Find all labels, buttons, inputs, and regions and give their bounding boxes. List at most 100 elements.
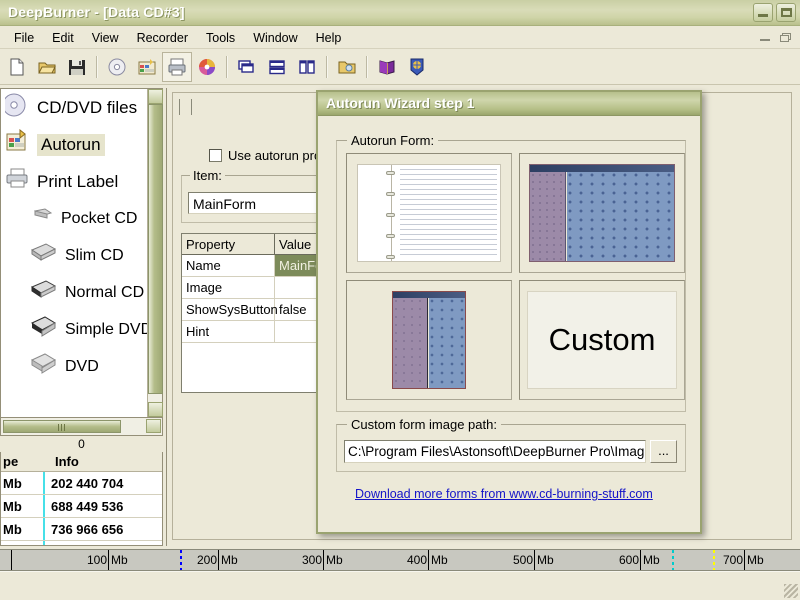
ruler-tick-label: 400 — [406, 553, 427, 567]
disc-copy-icon[interactable] — [192, 52, 222, 82]
tree-vertical-scrollbar[interactable] — [147, 89, 163, 417]
sidebar-item-print-label[interactable]: Print Label — [1, 163, 149, 200]
title-bar: DeepBurner - [Data CD#3] — [0, 0, 800, 26]
tree-horizontal-scrollbar[interactable] — [0, 418, 163, 436]
save-icon[interactable] — [62, 52, 92, 82]
grip-line — [191, 99, 194, 115]
layout-tile-horizontal-icon[interactable] — [262, 52, 292, 82]
layout-cascade-icon[interactable] — [232, 52, 262, 82]
table-row[interactable]: Mb 688 449 536 — [1, 495, 162, 518]
menu-item-recorder[interactable]: Recorder — [128, 28, 197, 48]
open-project-icon[interactable] — [332, 52, 362, 82]
menu-item-help[interactable]: Help — [307, 28, 351, 48]
info-type: Mb — [1, 472, 45, 494]
info-type: Mb — [1, 495, 45, 517]
ruler-tick-label: 200 — [196, 553, 217, 567]
custom-form-thumbnail[interactable]: Custom — [519, 280, 685, 400]
menu-item-file[interactable]: File — [5, 28, 43, 48]
custom-form-path-input[interactable]: C:\Program Files\Astonsoft\DeepBurner Pr… — [344, 440, 646, 463]
window-title: DeepBurner - [Data CD#3] — [8, 4, 185, 20]
case-icon — [29, 315, 59, 344]
menu-items: File Edit View Recorder Tools Window Hel… — [0, 26, 800, 49]
item-group-label: Item: — [190, 168, 225, 183]
sidebar-item-simple-dvd[interactable]: Simple DVD — [1, 311, 149, 348]
hscroll-right-arrow-icon[interactable] — [146, 419, 161, 433]
scroll-down-arrow-icon[interactable] — [148, 402, 163, 417]
sidebar-item-autorun[interactable]: Autorun — [1, 126, 149, 163]
preview-left-panel — [393, 298, 428, 388]
use-autorun-checkbox[interactable] — [209, 149, 222, 162]
scrollbar-thumb[interactable] — [148, 104, 163, 394]
mdi-minimize-icon[interactable] — [758, 30, 773, 44]
notebook-lines — [400, 169, 497, 257]
form-thumbnail-grid: Custom — [346, 153, 685, 400]
burn-disc-icon[interactable] — [102, 52, 132, 82]
mdi-child-controls — [758, 30, 794, 44]
blue-marker-200mb — [180, 550, 182, 570]
disc-capacity-ruler[interactable]: 100 Mb 200 Mb 300 Mb 400 Mb 500 Mb 600 M… — [0, 549, 800, 571]
ruler-tick-label: 300 — [301, 553, 322, 567]
ruler-segment-end — [745, 550, 800, 570]
toolbar-separator — [226, 55, 228, 78]
application-window: DeepBurner - [Data CD#3] File Edit View … — [0, 0, 800, 600]
minimize-icon[interactable] — [753, 3, 773, 22]
autorun-icon[interactable] — [132, 52, 162, 82]
hscrollbar-thumb[interactable] — [3, 420, 121, 433]
toolbar-separator — [366, 55, 368, 78]
use-autorun-checkbox-row[interactable]: Use autorun pro — [209, 148, 321, 163]
sidebar-item-label: DVD — [65, 357, 99, 375]
menu-item-window[interactable]: Window — [244, 28, 306, 48]
browse-button[interactable]: ... — [650, 440, 677, 463]
sidebar-item-label: Normal CD — [65, 283, 145, 301]
ruler-segment: 100 Mb — [12, 550, 128, 570]
blue-form-preview — [529, 164, 675, 262]
blue-texture-form-thumbnail[interactable] — [519, 153, 685, 273]
notebook-form-thumbnail[interactable] — [346, 153, 512, 273]
custom-form-label: Custom — [527, 291, 677, 389]
sidebar-item-normal-cd[interactable]: Normal CD — [1, 274, 149, 311]
sidebar-item-pocket-cd[interactable]: Pocket CD — [1, 200, 149, 237]
property-name: Hint — [182, 321, 275, 342]
layout-tile-vertical-icon[interactable] — [292, 52, 322, 82]
help-book-icon[interactable] — [372, 52, 402, 82]
preview-right-panel — [429, 298, 465, 388]
split-panel-form-thumbnail[interactable] — [346, 280, 512, 400]
open-folder-icon[interactable] — [32, 52, 62, 82]
menu-item-tools[interactable]: Tools — [197, 28, 244, 48]
sidebar-item-dvd[interactable]: DVD — [1, 348, 149, 385]
sidebar-item-slim-cd[interactable]: Slim CD — [1, 237, 149, 274]
status-bar — [0, 571, 800, 600]
ruler-tick-label: 600 — [618, 553, 639, 567]
table-row[interactable]: Mb 736 966 656 — [1, 518, 162, 541]
about-globe-icon[interactable] — [402, 52, 432, 82]
new-icon[interactable] — [2, 52, 32, 82]
notebook-form-preview — [357, 164, 501, 262]
resize-grip-icon[interactable] — [784, 584, 798, 598]
sidebar-item-label: Simple DVD — [65, 320, 149, 338]
sidebar-item-cd-dvd-files[interactable]: CD/DVD files — [1, 89, 149, 126]
sidebar-item-label: Print Label — [37, 171, 119, 191]
path-group-label: Custom form image path: — [347, 417, 501, 432]
maximize-icon[interactable] — [776, 3, 796, 22]
download-forms-link[interactable]: Download more forms from www.cd-burning-… — [355, 487, 653, 501]
info-type: Mb — [1, 518, 45, 540]
preview-main-area — [567, 172, 674, 261]
ruler-segment: 700 Mb — [641, 550, 764, 570]
table-row[interactable]: Gb 4 706 074 624 — [1, 541, 162, 545]
notebook-left-page — [358, 165, 395, 261]
menu-item-view[interactable]: View — [83, 28, 128, 48]
printer-icon — [5, 166, 31, 197]
scroll-up-arrow-icon[interactable] — [148, 89, 163, 104]
table-row[interactable]: Mb 202 440 704 — [1, 472, 162, 495]
autorun-wizard-dialog: Autorun Wizard step 1 Autorun Form: Cust… — [316, 90, 702, 534]
menu-item-edit[interactable]: Edit — [43, 28, 83, 48]
sidebar-item-label: Autorun — [37, 133, 105, 156]
mdi-restore-icon[interactable] — [779, 30, 794, 44]
property-name: Name — [182, 255, 275, 276]
autorun-icon — [5, 128, 31, 160]
info-value: 202 440 704 — [51, 476, 124, 491]
item-counter: 0 — [0, 436, 163, 453]
navigation-tree-panel: CD/DVD files Autorun Print Label Pocket … — [0, 88, 163, 418]
print-label-icon[interactable] — [162, 51, 192, 82]
ruler-tick-label: 500 — [512, 553, 533, 567]
